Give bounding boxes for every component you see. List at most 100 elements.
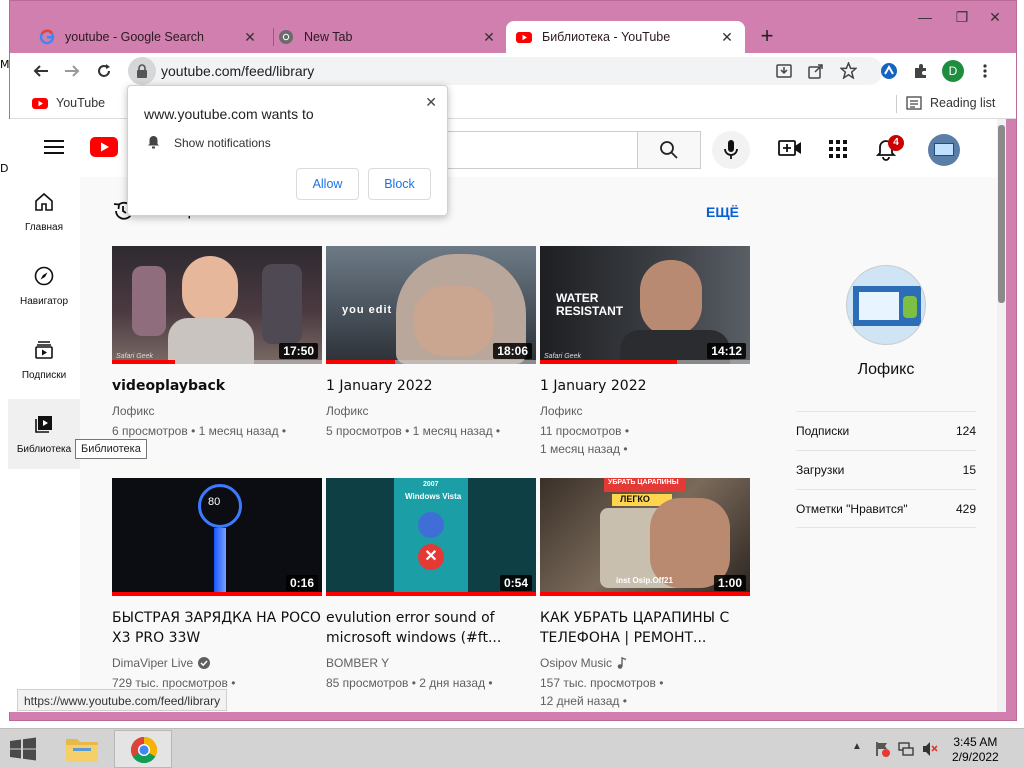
close-icon[interactable]: ✕	[425, 94, 437, 111]
close-icon[interactable]: ✕	[719, 29, 735, 46]
thumbnail-caption: 80	[208, 496, 221, 508]
sidebar-item-explore[interactable]: Навигатор	[8, 251, 80, 321]
watch-progress	[112, 592, 322, 596]
apps-button[interactable]	[829, 140, 847, 163]
tab-youtube-library[interactable]: Библиотека - YouTube ✕	[506, 21, 745, 53]
view-count: 157 тыс. просмотров	[540, 676, 656, 690]
video-thumbnail[interactable]: WATER RESISTANT Safari Geek 14:12	[540, 246, 750, 364]
window-close-button[interactable]: ✕	[980, 9, 1010, 29]
video-thumbnail[interactable]: Safari Geek 17:50	[112, 246, 322, 364]
video-title[interactable]: 1 January 2022	[326, 376, 536, 396]
channel-avatar[interactable]	[846, 265, 926, 345]
back-button[interactable]	[28, 58, 54, 84]
stat-label: Загрузки	[796, 463, 845, 477]
subscriptions-icon	[35, 340, 53, 359]
youtube-logo-icon	[90, 137, 118, 157]
youtube-logo[interactable]	[90, 137, 118, 162]
channel-name[interactable]: DimaViper Live	[112, 656, 322, 670]
block-button[interactable]: Block	[368, 168, 431, 200]
google-icon	[39, 29, 55, 45]
sidebar-item-subscriptions[interactable]: Подписки	[8, 325, 80, 395]
show-hidden-icons-button[interactable]: ▲	[852, 741, 862, 752]
video-create-icon	[778, 140, 801, 156]
share-icon[interactable]	[808, 63, 824, 79]
video-thumbnail[interactable]: you edit 18:06	[326, 246, 536, 364]
network-icon[interactable]	[898, 741, 914, 757]
video-card[interactable]: 80 0:16 БЫСТРАЯ ЗАРЯДКА НА POCO X3 PRO 3…	[112, 478, 322, 692]
video-title[interactable]: 1 January 2022	[540, 376, 750, 396]
video-card[interactable]: you edit 18:06 1 January 2022 Лофикс 5 п…	[326, 246, 536, 440]
reload-button[interactable]	[91, 58, 117, 84]
page-scrollbar[interactable]	[997, 119, 1006, 712]
menu-icon	[44, 140, 64, 154]
minimize-button[interactable]: —	[910, 9, 940, 29]
search-button[interactable]	[637, 131, 701, 169]
compass-icon	[34, 266, 54, 285]
channel-name[interactable]: Лофикс	[326, 404, 536, 418]
account-avatar[interactable]	[928, 134, 960, 166]
install-app-icon[interactable]	[776, 63, 792, 79]
video-title[interactable]: evulution error sound of microsoft windo…	[326, 608, 536, 648]
upload-age: 1 месяц назад	[198, 424, 279, 438]
more-vert-icon	[983, 64, 987, 78]
new-tab-button[interactable]: +	[755, 25, 779, 49]
channel-name[interactable]: Лофикс	[112, 404, 322, 418]
watch-progress	[326, 360, 396, 364]
close-icon[interactable]: ✕	[242, 29, 258, 46]
video-card[interactable]: УБРАТЬ ЦАРАПИНЫ ЛЕГКО inst Osip.Off21 1:…	[540, 478, 750, 710]
volume-muted-icon[interactable]	[922, 741, 938, 757]
video-thumbnail[interactable]: УБРАТЬ ЦАРАПИНЫ ЛЕГКО inst Osip.Off21 1:…	[540, 478, 750, 596]
system-clock[interactable]: 3:45 AM 2/9/2022	[952, 735, 999, 765]
tab-google-search[interactable]: youtube - Google Search ✕	[29, 21, 268, 53]
chrome-taskbar-button[interactable]	[114, 730, 172, 768]
close-icon[interactable]: ✕	[481, 29, 497, 46]
video-thumbnail[interactable]: 80 0:16	[112, 478, 322, 596]
create-button[interactable]	[778, 139, 802, 162]
video-title[interactable]: БЫСТРАЯ ЗАРЯДКА НА POCO X3 PRO 33W	[112, 608, 322, 648]
notifications-button[interactable]: 4	[875, 135, 904, 166]
file-explorer-button[interactable]	[58, 731, 106, 767]
voice-search-button[interactable]	[712, 131, 750, 169]
scrollbar-thumb[interactable]	[998, 125, 1005, 303]
video-title[interactable]: videoplayback	[112, 376, 322, 396]
extension-button[interactable]	[876, 58, 902, 84]
bookmark-star-icon[interactable]	[840, 62, 857, 79]
forward-button[interactable]	[59, 58, 85, 84]
see-all-link[interactable]: ЕЩЁ	[706, 204, 739, 220]
stat-row-subscriptions: Подписки 124	[796, 411, 976, 450]
video-title[interactable]: КАК УБРАТЬ ЦАРАПИНЫ С ТЕЛЕФОНА | РЕМОНТ.…	[540, 608, 750, 648]
sidebar-item-home[interactable]: Главная	[8, 177, 80, 247]
reading-list-icon	[906, 96, 922, 110]
bookmark-youtube[interactable]: YouTube	[32, 95, 105, 111]
extension-logo-icon	[881, 63, 897, 79]
video-card[interactable]: Safari Geek 17:50 videoplayback Лофикс 6…	[112, 246, 322, 440]
status-bar: https://www.youtube.com/feed/library	[17, 689, 228, 711]
profile-button[interactable]: D	[940, 58, 966, 84]
tab-new-tab[interactable]: New Tab ✕	[268, 21, 507, 53]
address-bar[interactable]: youtube.com/feed/library	[128, 57, 883, 85]
extensions-button[interactable]	[908, 58, 934, 84]
reload-icon	[98, 64, 110, 77]
action-center-flag-icon[interactable]	[874, 741, 890, 757]
sidebar-item-library[interactable]: Библиотека	[8, 399, 80, 469]
hamburger-menu-button[interactable]	[44, 139, 64, 160]
reading-list-button[interactable]: Reading list	[906, 95, 995, 111]
bookmark-label: YouTube	[56, 96, 106, 110]
forward-arrow-icon	[65, 65, 80, 77]
search-input[interactable]	[440, 131, 640, 169]
channel-name[interactable]: BOMBER Y	[326, 656, 536, 670]
sidebar-item-label: Навигатор	[19, 295, 69, 307]
allow-button[interactable]: Allow	[296, 168, 359, 200]
lock-icon[interactable]	[128, 57, 156, 85]
menu-button[interactable]	[972, 58, 998, 84]
stat-label: Отметки "Нравится"	[796, 502, 908, 516]
video-thumbnail[interactable]: 2007 Windows Vista ✕ 0:54	[326, 478, 536, 596]
channel-name[interactable]: Лофикс	[540, 404, 750, 418]
maximize-button[interactable]: ❐	[947, 9, 977, 29]
video-card[interactable]: 2007 Windows Vista ✕ 0:54 evulution erro…	[326, 478, 536, 692]
start-button[interactable]	[8, 737, 38, 766]
video-card[interactable]: WATER RESISTANT Safari Geek 14:12 1 Janua…	[540, 246, 750, 458]
apps-grid-icon	[829, 140, 847, 158]
channel-name[interactable]: Osipov Music	[540, 656, 750, 670]
stat-value: 429	[955, 502, 976, 516]
